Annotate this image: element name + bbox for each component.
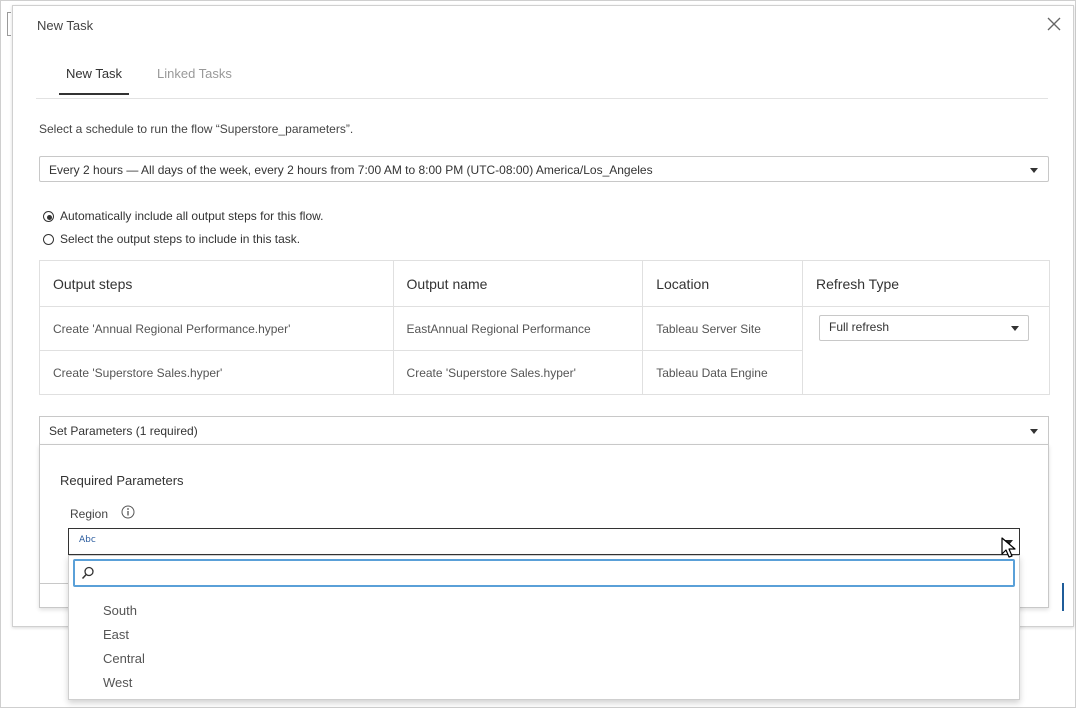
region-option[interactable]: East [103,627,129,642]
region-label: Region [70,507,109,521]
schedule-prompt: Select a schedule to run the flow “Super… [39,122,354,136]
refresh-type-cell: Full refresh [802,306,1050,395]
refresh-type-dropdown[interactable]: Full refresh [819,315,1030,341]
info-icon[interactable] [121,505,135,519]
output-steps-table: Output steps Output name Location Refres… [39,260,1050,395]
primary-button-edge [1062,583,1064,611]
region-option[interactable]: South [103,603,137,618]
radio-checked-icon [43,211,54,222]
location-cell: Tableau Data Engine [642,350,804,395]
obscured-button [40,583,70,610]
tab-divider [36,98,1048,99]
output-name-cell: Create 'Superstore Sales.hyper' [392,350,644,395]
chevron-down-icon [1030,168,1038,173]
refresh-type-value: Full refresh [829,320,890,334]
string-type-icon: Abc [79,535,96,545]
output-step-cell: Create 'Superstore Sales.hyper' [39,350,394,395]
region-search-input[interactable] [99,564,1003,584]
region-option[interactable]: West [103,675,132,690]
output-step-cell: Create 'Annual Regional Performance.hype… [39,306,394,351]
close-icon[interactable] [1045,15,1063,33]
schedule-selected-value: Every 2 hours — All days of the week, ev… [49,163,653,177]
location-cell: Tableau Server Site [642,306,804,351]
radio-label: Automatically include all output steps f… [60,209,324,223]
tab-linked-tasks[interactable]: Linked Tasks [155,66,234,93]
set-parameters-toggle[interactable]: Set Parameters (1 required) [39,416,1049,444]
column-header: Output steps [39,260,394,307]
chevron-down-icon [1030,429,1038,434]
column-header: Refresh Type [802,260,1050,307]
table-row: Create 'Annual Regional Performance.hype… [39,306,1050,395]
region-option[interactable]: Central [103,651,145,666]
required-parameters-title: Required Parameters [60,473,184,488]
region-options-panel: South East Central West [68,555,1020,700]
column-header: Location [642,260,804,307]
table-header-row: Output steps Output name Location Refres… [39,260,1050,307]
region-dropdown[interactable]: Abc [68,528,1020,555]
search-icon [81,566,94,580]
column-header: Output name [392,260,644,307]
dialog-title: New Task [37,18,94,33]
radio-label: Select the output steps to include in th… [60,232,301,246]
region-search-box[interactable] [73,559,1015,587]
chevron-down-icon [1011,326,1020,331]
output-name-cell: EastAnnual Regional Performance [392,306,644,351]
edge-mark [7,12,11,36]
radio-unchecked-icon [43,234,54,245]
schedule-dropdown[interactable]: Every 2 hours — All days of the week, ev… [39,156,1049,182]
set-parameters-label: Set Parameters (1 required) [49,424,198,438]
tab-bar: New Task Linked Tasks [37,66,1047,96]
tab-new-task[interactable]: New Task [59,66,129,95]
mouse-cursor-icon [1001,537,1016,558]
